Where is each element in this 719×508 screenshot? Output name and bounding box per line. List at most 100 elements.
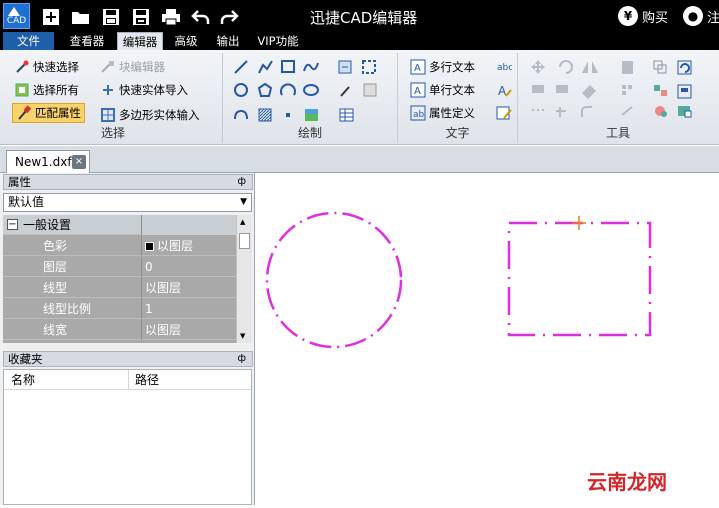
plus-icon [100,82,116,98]
text-style-icon[interactable]: abc [496,59,512,75]
image-icon [305,109,318,121]
register-button[interactable]: ● 注 [683,6,719,26]
new-file-icon[interactable] [40,6,62,28]
menu-output[interactable]: 输出 [208,32,248,50]
select-group-label: 选择 [100,126,125,140]
ungroup-icon [654,85,667,96]
menu-editor[interactable]: 编辑器 [117,32,163,50]
array-icon [622,85,632,95]
polygon-icon [257,82,273,97]
app-title: 迅捷CAD编辑器 [310,9,418,27]
attdef-icon: ab [410,105,426,121]
text-pen-icon[interactable] [496,105,512,121]
properties-icon [622,61,633,74]
mtext-icon: A [410,59,426,75]
copy-icon [556,85,568,93]
insert-block-icon [363,83,377,97]
group-icon [653,60,667,74]
prop-row-lineweight[interactable]: 线宽 以图层 [3,320,236,340]
quick-entity-import-button[interactable]: 快速实体导入 [100,80,188,100]
svg-text:A: A [498,84,507,98]
wand-icon [14,59,30,75]
tools-group-label: 工具 [605,126,630,140]
text-edit-icon[interactable]: A [496,82,512,98]
match-properties-button[interactable]: 匹配属性 [12,103,85,123]
save-as-icon[interactable] [130,6,152,28]
watermark: 云南龙网 [587,470,667,494]
buy-button[interactable]: ¥ 购买 [618,6,668,26]
menu-file[interactable]: 文件 [3,32,54,50]
rotate-icon [559,60,573,74]
draw-tools [234,60,377,122]
scroll-thumb[interactable] [239,233,250,249]
col-name[interactable]: 名称 [11,370,35,390]
section-row-general[interactable]: − 一般设置 [3,215,236,235]
menu-viewer[interactable]: 查看器 [62,32,112,50]
revcloud-icon [234,109,248,120]
undo-icon[interactable] [190,6,212,28]
save-block-icon [677,84,692,99]
prop-row-linetype[interactable]: 线型 以图层 [3,278,236,298]
select-all-button[interactable]: 选择所有 [14,80,79,100]
ribbon: 快速选择 块编辑器 选择所有 快速实体导入 匹配属性 多边形实体输入 选择 绘制… [0,50,719,145]
text-group-label: 文字 [445,126,470,140]
block-editor-button[interactable]: 块编辑器 [100,57,165,77]
chevron-down-icon: ▼ [240,197,247,207]
scroll-up-icon[interactable]: ▲ [240,218,245,226]
erase-icon [532,85,544,93]
col-path[interactable]: 路径 [128,370,159,390]
draw-group: 绘制 [223,53,398,143]
point-icon [286,113,290,117]
menu-advanced[interactable]: 高级 [168,32,204,50]
print-icon[interactable] [160,6,182,28]
offset-icon [532,109,544,111]
drawing-canvas[interactable] [256,173,719,505]
rectangle-icon [281,60,295,73]
scale-icon [582,85,596,99]
region-icon [362,60,376,74]
drawing-svg[interactable] [256,173,719,505]
quick-select-button[interactable]: 快速选择 [14,57,79,77]
spline-icon [303,62,319,72]
cursor-crosshair [572,216,586,230]
menu-vip[interactable]: VIP功能 [254,32,302,50]
prop-row-color[interactable]: 色彩 以图层 [3,236,236,256]
dashed-circle[interactable] [265,211,403,349]
pin-icon[interactable]: ф [237,352,246,366]
scroll-down-icon[interactable]: ▼ [240,332,245,340]
properties-scrollbar[interactable]: ▲ ▼ [236,215,252,343]
properties-header: 属性 ф [3,174,253,190]
table-icon [339,108,354,122]
open-folder-icon[interactable] [70,6,92,28]
brush-icon [16,105,32,121]
properties-combo[interactable]: 默认值 ▼ [3,193,252,212]
explode-icon [655,106,667,117]
svg-text:abc: abc [497,63,512,73]
pin-icon[interactable]: ф [237,175,246,189]
doc-tab[interactable]: New1.dxf × [6,150,90,173]
redo-icon[interactable] [218,6,240,28]
svg-text:A: A [414,86,421,97]
line-icon [234,60,248,74]
polygon-grid-icon [100,107,116,123]
tools-group: 工具 [518,53,718,143]
block-editor-icon [100,59,116,75]
circle-icon [234,83,248,97]
svg-text:A: A [414,63,421,74]
prop-row-linetype-scale[interactable]: 线型比例 1 [3,299,236,319]
attribute-definition-button[interactable]: ab 属性定义 [410,103,475,123]
favorites-list[interactable]: 名称 路径 [3,369,252,505]
stext-icon: A [410,82,426,98]
mtext-button[interactable]: A 多行文本 [410,57,475,77]
polygon-entity-input-button[interactable]: 多边形实体输入 [100,105,200,125]
single-text-button[interactable]: A 单行文本 [410,80,475,100]
move-icon [531,60,545,74]
save-icon[interactable] [100,6,122,28]
select-all-icon [14,82,30,98]
prop-row-layer[interactable]: 图层 0 [3,257,236,277]
menu-bar: 文件 查看器 编辑器 高级 输出 VIP功能 [0,32,719,50]
user-icon: ● [683,6,703,26]
properties-grid: − 一般设置 色彩 以图层 图层 0 线型 以图层 线型比例 1 线宽 以图层 [3,215,236,343]
close-tab-icon[interactable]: × [72,155,86,169]
dashed-rectangle[interactable] [507,221,652,337]
